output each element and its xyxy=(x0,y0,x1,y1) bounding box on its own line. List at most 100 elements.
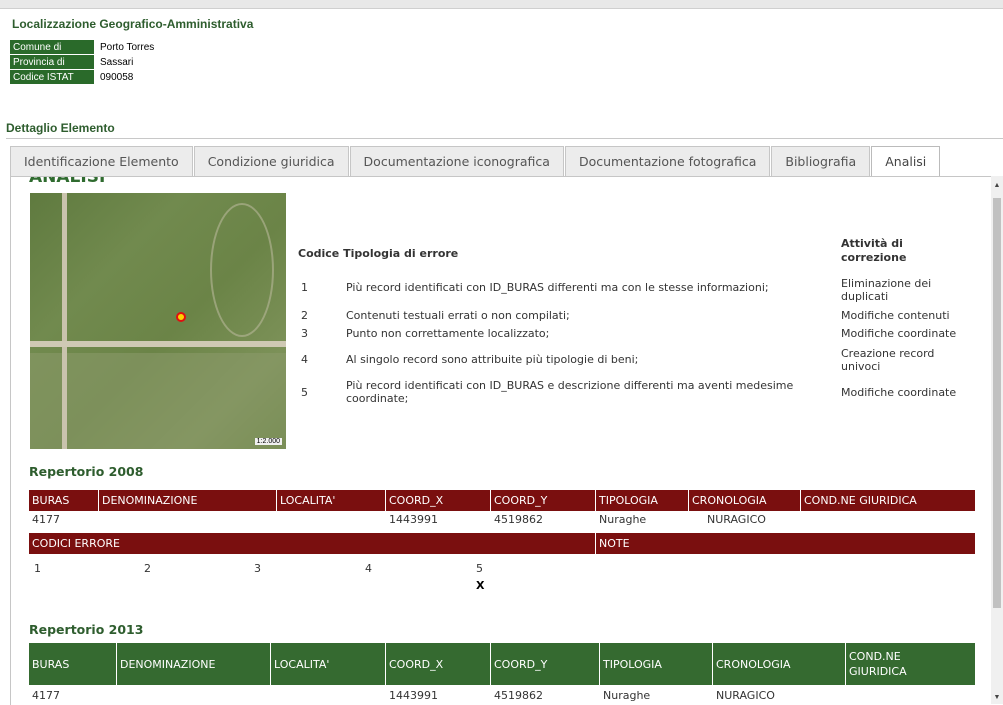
column-divider xyxy=(688,490,689,511)
map-road-vertical xyxy=(62,193,67,449)
error-fix: Creazione record univoci xyxy=(841,347,935,373)
error-mark-cell: X xyxy=(476,579,485,592)
tab-analisi[interactable]: Analisi xyxy=(871,146,941,179)
error-fix: Modifiche coordinate xyxy=(841,327,957,340)
column-divider xyxy=(490,643,491,685)
location-section-title: Localizzazione Geografico-Amministrativa xyxy=(12,17,254,31)
analisi-heading: ANALISI xyxy=(29,176,106,187)
column-divider xyxy=(599,643,600,685)
location-value: 090058 xyxy=(100,71,134,83)
detail-section-title: Dettaglio Elemento xyxy=(6,121,115,135)
location-label: Provincia di xyxy=(10,55,94,69)
map-road-horizontal xyxy=(30,341,286,347)
tab-bibliografia[interactable]: Bibliografia xyxy=(771,146,871,176)
repertorio-2008-title: Repertorio 2008 xyxy=(29,464,144,479)
tab-content-panel: ANALISI 1:2.000 Codice Tipologia di erro… xyxy=(10,176,992,705)
col-denominazione: DENOMINAZIONE xyxy=(120,657,216,671)
column-divider xyxy=(270,643,271,685)
map-scale-label: 1:2.000 xyxy=(254,438,282,445)
scroll-down-arrow-icon[interactable]: ▼ xyxy=(991,692,1003,704)
codici-errore-header: CODICI ERRORE xyxy=(32,537,120,550)
cell-buras: 4177 xyxy=(32,513,60,526)
error-header-code-type: Codice Tipologia di errore xyxy=(298,247,458,260)
col-localita: LOCALITA' xyxy=(280,494,336,507)
error-code: 5 xyxy=(301,386,308,399)
error-code-cell: 4 xyxy=(365,562,372,575)
error-desc: Contenuti testuali errati o non compilat… xyxy=(346,309,570,322)
column-divider xyxy=(385,643,386,685)
col-coord-x: COORD_X xyxy=(389,494,444,507)
col-coord-y: COORD_Y xyxy=(494,657,548,671)
scrollbar-thumb[interactable] xyxy=(993,198,1001,608)
rep2008-codes-row: 1 2 3 4 5 xyxy=(29,561,975,577)
tab-condizione-giuridica[interactable]: Condizione giuridica xyxy=(193,146,349,176)
rep2013-data-row: 4177 1443991 4519862 Nuraghe NURAGICO xyxy=(29,688,975,704)
column-divider xyxy=(712,643,713,685)
vertical-scrollbar[interactable]: ▲ ▼ xyxy=(991,176,1003,704)
column-divider xyxy=(595,490,596,511)
location-marker-icon xyxy=(176,312,186,322)
error-code: 2 xyxy=(301,309,308,322)
col-cond-giuridica: COND.NE GIURIDICA xyxy=(849,650,907,678)
location-table: Comune di Porto Torres Provincia di Sass… xyxy=(10,39,157,85)
cell-coord-x: 1443991 xyxy=(389,689,438,702)
map-field-area xyxy=(30,353,286,449)
error-desc: Più record identificati con ID_BURAS dif… xyxy=(346,281,769,294)
location-label: Comune di xyxy=(10,40,94,54)
cell-cronologia: NURAGICO xyxy=(716,689,775,702)
error-fix: Modifiche coordinate xyxy=(841,386,957,399)
cell-tipologia: Nuraghe xyxy=(603,689,651,702)
location-value: Porto Torres xyxy=(100,41,155,53)
repertorio-2013-title: Repertorio 2013 xyxy=(29,622,144,637)
note-header: NOTE xyxy=(599,537,630,550)
error-code: 4 xyxy=(301,353,308,366)
window-top-border xyxy=(0,0,1003,9)
error-header-type: Tipologia di errore xyxy=(343,247,459,260)
location-row: Codice ISTAT 090058 xyxy=(10,70,157,84)
tab-identificazione-elemento[interactable]: Identificazione Elemento xyxy=(10,146,193,176)
col-coord-x: COORD_X xyxy=(389,657,444,671)
cell-coord-y: 4519862 xyxy=(494,513,543,526)
cell-coord-y: 4519862 xyxy=(494,689,543,702)
column-divider xyxy=(116,643,117,685)
column-divider xyxy=(800,490,801,511)
col-coord-y: COORD_Y xyxy=(494,494,548,507)
cell-tipologia: Nuraghe xyxy=(599,513,647,526)
error-code: 3 xyxy=(301,327,308,340)
column-divider xyxy=(490,490,491,511)
col-denominazione: DENOMINAZIONE xyxy=(102,494,198,507)
error-code-cell: 1 xyxy=(34,562,41,575)
rep2008-header-bar: BURAS DENOMINAZIONE LOCALITA' COORD_X CO… xyxy=(29,490,975,511)
col-tipologia: TIPOLOGIA xyxy=(599,494,658,507)
cell-coord-x: 1443991 xyxy=(389,513,438,526)
error-desc: Al singolo record sono attribuite più ti… xyxy=(346,353,639,366)
error-fix: Eliminazione dei duplicati xyxy=(841,277,932,303)
tab-documentazione-fotografica[interactable]: Documentazione fotografica xyxy=(564,146,771,176)
error-code-cell: 5 xyxy=(476,562,483,575)
error-code: 1 xyxy=(301,281,308,294)
col-buras: BURAS xyxy=(32,657,70,671)
col-buras: BURAS xyxy=(32,494,70,507)
aerial-map-image: 1:2.000 xyxy=(30,193,286,449)
col-localita: LOCALITA' xyxy=(274,657,330,671)
cell-buras: 4177 xyxy=(32,689,60,702)
cell-cronologia: NURAGICO xyxy=(707,513,766,526)
error-header-correction: Attività di correzione xyxy=(841,237,907,264)
error-desc: Punto non correttamente localizzato; xyxy=(346,327,550,340)
scroll-up-arrow-icon[interactable]: ▲ xyxy=(991,180,1003,192)
column-divider xyxy=(98,490,99,511)
tab-documentazione-iconografica[interactable]: Documentazione iconografica xyxy=(349,146,564,176)
rep2008-data-row: 4177 1443991 4519862 Nuraghe NURAGICO xyxy=(29,512,975,528)
location-label: Codice ISTAT xyxy=(10,70,94,84)
error-desc: Più record identificati con ID_BURAS e d… xyxy=(346,379,794,405)
error-code-cell: 3 xyxy=(254,562,261,575)
map-ring-feature xyxy=(210,203,274,337)
col-tipologia: TIPOLOGIA xyxy=(603,657,662,671)
location-row: Comune di Porto Torres xyxy=(10,40,157,54)
col-cronologia: CRONOLOGIA xyxy=(716,657,791,671)
col-cronologia: CRONOLOGIA xyxy=(692,494,767,507)
detail-divider xyxy=(6,138,1003,139)
col-cond-giuridica: COND.NE GIURIDICA xyxy=(804,494,917,507)
rep2008-codes-header-bar: CODICI ERRORE NOTE xyxy=(29,533,975,554)
location-value: Sassari xyxy=(100,56,134,68)
